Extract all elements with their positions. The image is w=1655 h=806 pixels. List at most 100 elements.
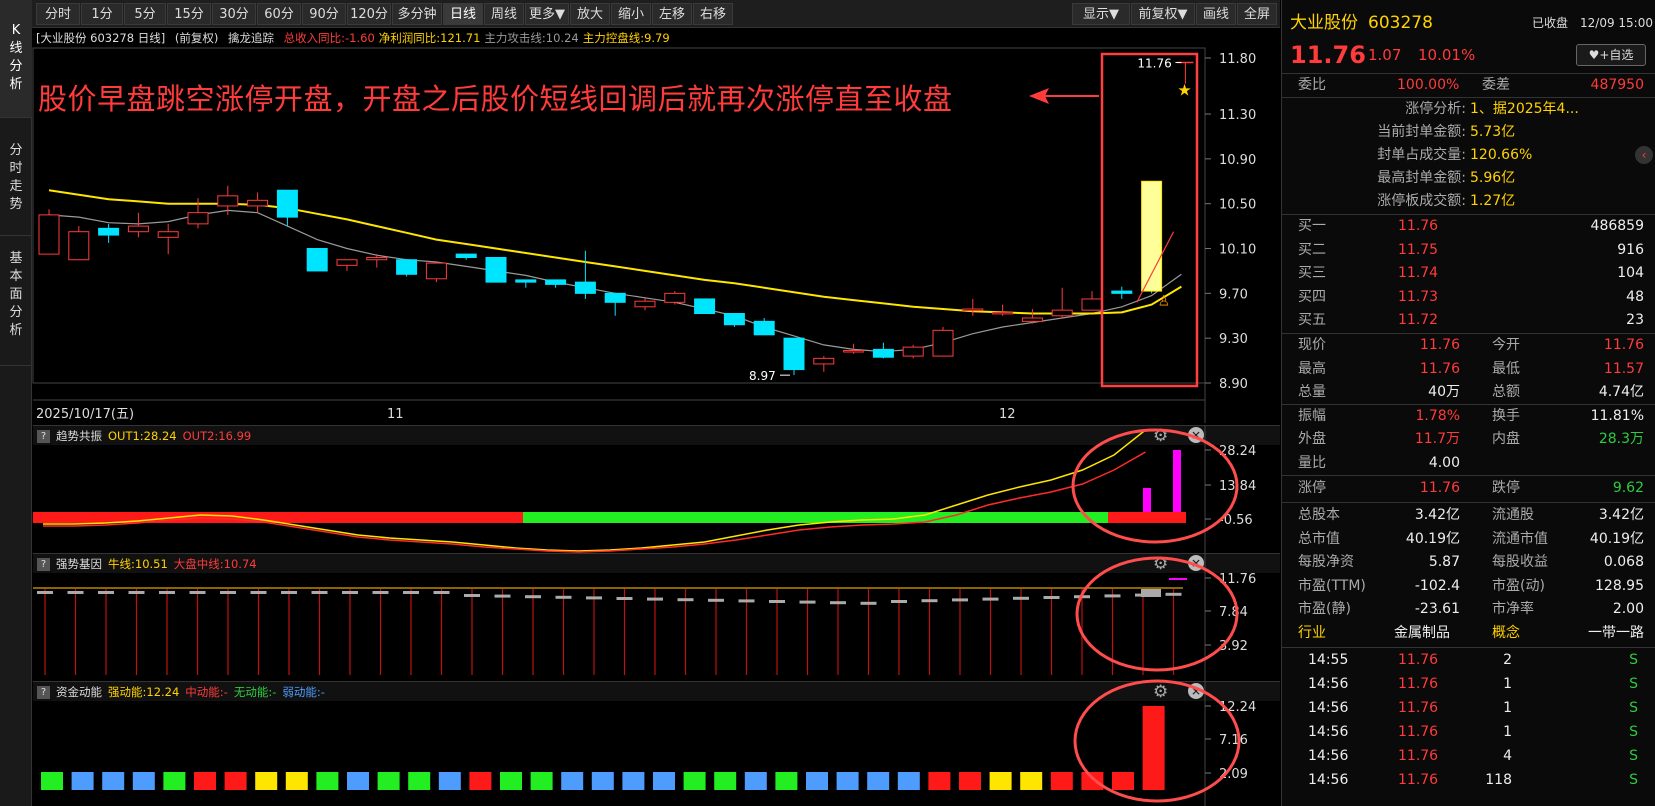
collapse-arrow-icon[interactable]: ‹ (1635, 146, 1653, 164)
toolbar-right-button-2[interactable]: 画线 (1196, 3, 1236, 25)
industry-row[interactable]: 行业 金属制品 概念 一带一路 (1282, 622, 1655, 645)
period-button-15[interactable]: 右移 (693, 3, 733, 25)
tab-char: 析 (9, 323, 23, 338)
money-bar (1142, 706, 1165, 790)
period-button-14[interactable]: 左移 (652, 3, 692, 25)
fund-value: 5.87 (1428, 554, 1460, 570)
candle-body (187, 212, 209, 225)
tick-volume: 118 (1485, 771, 1512, 788)
high-price-label: 11.76 (1137, 56, 1171, 70)
candle-body (992, 311, 1014, 315)
strength-tick (37, 591, 53, 594)
candle-body (366, 256, 388, 261)
strength-tick (403, 591, 419, 594)
help-icon[interactable]: ? (37, 686, 50, 699)
period-button-4[interactable]: 30分 (212, 3, 256, 25)
add-watchlist-button[interactable]: ♥+自选 (1576, 44, 1646, 66)
candle-body (1111, 290, 1133, 294)
bid-level-row[interactable]: 买一 11.76 486859 (1282, 215, 1655, 238)
strength-tick (891, 600, 907, 603)
tab-intraday[interactable]: 分时走势 (0, 118, 32, 236)
money-bar (1020, 772, 1043, 790)
period-button-5[interactable]: 60分 (257, 3, 301, 25)
stat-value: 11.57 (1603, 360, 1644, 377)
period-button-6[interactable]: 90分 (302, 3, 346, 25)
panel-value-3: 弱动能:- (282, 685, 325, 699)
money-bar (255, 772, 278, 790)
money-bar (377, 772, 400, 790)
help-icon[interactable]: ? (37, 558, 50, 571)
period-button-9[interactable]: 日线 (443, 3, 483, 25)
indicator-name: 擒龙追踪 (227, 31, 274, 45)
bid-volume: 916 (1617, 241, 1644, 258)
fund-value: 40.19亿 (1405, 530, 1460, 547)
period-button-0[interactable]: 分时 (36, 3, 80, 25)
candle-body (545, 279, 567, 285)
limit-analysis-row: 当前封单金额: 5.73亿 (1282, 121, 1655, 144)
trend-bar-red (33, 512, 523, 523)
bid-level-row[interactable]: 买五 11.72 23 (1282, 309, 1655, 332)
period-button-12[interactable]: 放大 (570, 3, 610, 25)
tab-char: 走 (9, 179, 23, 194)
toolbar-right-button-3[interactable]: 全屏 (1237, 3, 1277, 25)
limit-label: 封单占成交量: (1377, 147, 1466, 163)
trade-tick-row: 14:56 11.76 1 S (1282, 697, 1655, 720)
strength-tick (1165, 592, 1182, 596)
limit-analysis-row[interactable]: 涨停分析: 1、据2025年4... (1282, 98, 1655, 121)
quote-stat-row: 量比 4.00 (1282, 452, 1655, 475)
strength-tick (677, 598, 694, 602)
y-tick-label: 10.10 (1219, 243, 1256, 258)
y-tick-label: 11.30 (1219, 108, 1256, 123)
candle-body (872, 348, 894, 358)
candle-body (425, 262, 447, 280)
period-button-3[interactable]: 15分 (167, 3, 211, 25)
candle-body (634, 300, 656, 308)
money-bar (775, 772, 798, 790)
bid-price: 11.72 (1398, 312, 1439, 328)
period-button-13[interactable]: 缩小 (611, 3, 651, 25)
help-icon[interactable]: ? (37, 430, 50, 443)
fund-label: 总市值 (1298, 530, 1340, 547)
strength-tick (433, 591, 450, 594)
limit-analysis-row: 封单占成交量: 120.66% (1282, 144, 1655, 167)
toolbar-right-button-1[interactable]: 前复权▼ (1131, 3, 1195, 25)
bid-level-row[interactable]: 买二 11.75 916 (1282, 239, 1655, 262)
tick-side: S (1629, 723, 1638, 740)
money-bar (1050, 772, 1073, 790)
out1-line (43, 429, 1146, 552)
tab-char: 时 (9, 161, 23, 176)
bid-level-row[interactable]: 买三 11.74 104 (1282, 262, 1655, 285)
stat-label: 今开 (1492, 337, 1520, 353)
stat-value: 11.7万 (1414, 431, 1460, 447)
money-bar (438, 772, 461, 790)
limit-label: 涨停分析: (1405, 101, 1466, 117)
candle-body (515, 279, 537, 283)
tab-fundamentals[interactable]: 基本面分析 (0, 236, 32, 366)
period-button-2[interactable]: 5分 (124, 3, 166, 25)
fund-value: 128.95 (1595, 577, 1644, 594)
price-row: 11.76 1.07 10.01% ♥+自选 (1282, 40, 1655, 70)
candle-body (485, 256, 507, 283)
fund-label: 每股收益 (1492, 554, 1548, 570)
trend-bar-red-end (1108, 512, 1186, 523)
trade-tick-row: 14:55 11.76 2 S (1282, 649, 1655, 672)
period-button-1[interactable]: 1分 (81, 3, 123, 25)
money-bar (867, 772, 890, 790)
tab-kline[interactable]: K线分析 (0, 0, 32, 118)
toolbar-right-button-0[interactable]: 显示▼ (1072, 3, 1130, 25)
period-button-10[interactable]: 周线 (484, 3, 524, 25)
money-bar (897, 772, 920, 790)
price-change: 1.07 (1368, 46, 1402, 64)
strength-tick (921, 599, 938, 603)
x-tick-label: 12 (999, 407, 1016, 422)
period-button-11[interactable]: 更多▼ (525, 3, 569, 25)
bid-level-row[interactable]: 买四 11.73 48 (1282, 286, 1655, 309)
stat-label: 振幅 (1298, 407, 1326, 424)
candle-body (902, 346, 924, 357)
fund-label: 市盈(TTM) (1298, 577, 1366, 594)
fund-value: 0.068 (1603, 554, 1644, 570)
period-button-7[interactable]: 120分 (347, 3, 391, 25)
period-button-8[interactable]: 多分钟 (392, 3, 442, 25)
ma-line-grey (48, 209, 1182, 353)
panel-header-money: ? 资金动能 强动能:12.24 中动能:- 无动能:- 弱动能:- (33, 681, 1280, 701)
